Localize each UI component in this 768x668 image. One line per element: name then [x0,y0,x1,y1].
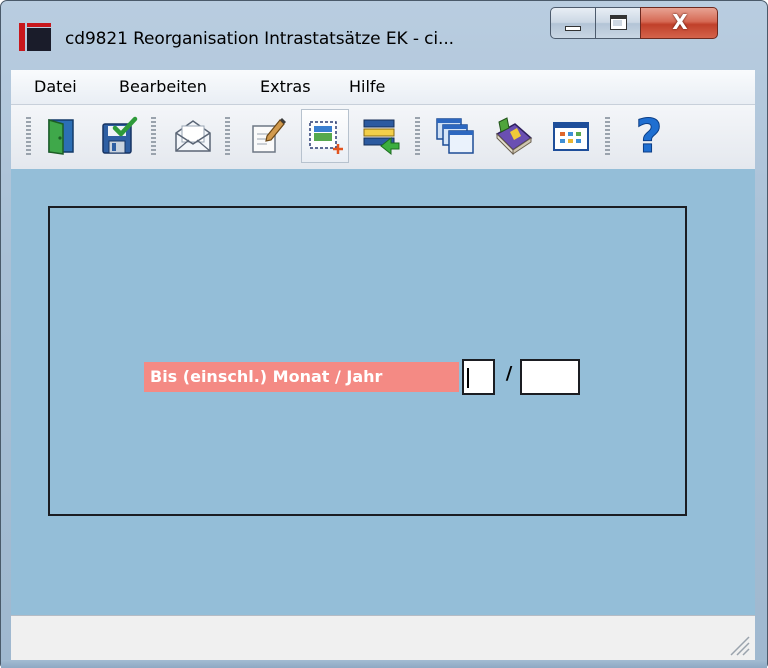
new-record-button[interactable] [301,109,349,163]
application-window: cd9821 Reorganisation Intrastatsätze EK … [0,0,768,668]
window-frame-bottom [1,660,767,668]
windows-stack-icon [436,118,474,154]
new-record-icon [309,121,343,154]
calendar-button[interactable] [547,109,595,163]
menu-datei[interactable]: Datei [34,77,77,96]
save-icon [102,116,138,154]
close-button[interactable]: X [640,7,718,39]
book-button[interactable] [489,109,537,163]
mail-button[interactable] [169,109,217,163]
caption-buttons: X [550,7,758,43]
text-caret [467,368,469,388]
mail-envelope-icon [175,120,211,152]
toolbar-grip[interactable] [605,117,610,157]
maximize-icon [610,15,627,30]
edit-button[interactable] [243,109,291,163]
help-button[interactable]: ? [625,109,673,163]
month-input[interactable] [462,359,495,395]
calendar-grid-icon [553,122,589,151]
maximize-button[interactable] [595,7,641,39]
windows-button[interactable] [431,109,479,163]
toolbar-grip[interactable] [151,117,156,157]
exit-button[interactable] [37,109,85,163]
toolbar-grip[interactable] [26,117,31,157]
date-separator: / [505,363,513,384]
menu-bar: Datei Bearbeiten Extras Hilfe [11,70,755,105]
menu-extras[interactable]: Extras [260,77,311,96]
year-input[interactable] [520,359,580,395]
close-icon: X [672,10,688,34]
group-box: Bis (einschl.) Monat / Jahr / [48,206,687,516]
list-transfer-button[interactable] [357,109,405,163]
edit-notepad-icon [252,118,286,153]
app-logo-icon [19,23,53,51]
title-bar[interactable]: cd9821 Reorganisation Intrastatsätze EK … [1,1,767,61]
svg-text:?: ? [636,112,663,160]
minimize-icon [565,26,581,31]
menu-hilfe[interactable]: Hilfe [349,77,385,96]
help-question-icon: ? [635,112,663,160]
status-bar [11,615,755,661]
form-area: Bis (einschl.) Monat / Jahr / [11,169,755,615]
menu-bearbeiten[interactable]: Bearbeiten [119,77,207,96]
toolbar-grip[interactable] [415,117,420,157]
minimize-button[interactable] [550,7,596,39]
list-transfer-icon [363,119,400,156]
exit-door-icon [48,119,74,155]
book-icon [495,117,533,156]
save-button[interactable] [95,109,143,163]
window-title: cd9821 Reorganisation Intrastatsätze EK … [65,29,454,49]
toolbar-grip[interactable] [225,117,230,157]
resize-grip-icon[interactable] [727,633,751,657]
month-year-label: Bis (einschl.) Monat / Jahr [144,362,459,392]
toolbar: ? [11,105,755,170]
